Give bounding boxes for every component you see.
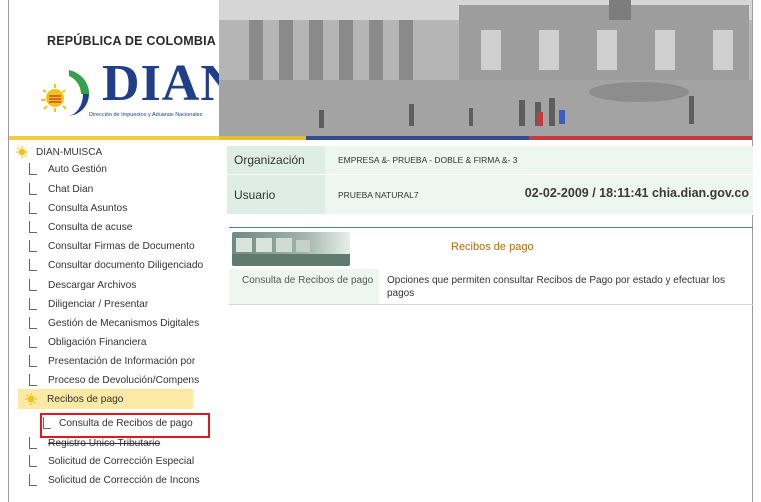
sidebar-item-consulta-asuntos[interactable]: Consulta Asuntos <box>29 199 211 217</box>
organization-value: EMPRESA &- PRUEBA - DOBLE & FIRMA &- 3 <box>325 146 753 174</box>
sidebar-menu: DIAN-MUISCA Auto Gestión Chat Dian Consu… <box>9 142 211 502</box>
consulta-recibos-link[interactable]: Consulta de Recibos de pago <box>229 269 379 304</box>
tree-branch-icon <box>29 183 37 195</box>
option-row: Consulta de Recibos de pago Opciones que… <box>229 269 753 305</box>
sidebar-item-auto-gestion[interactable]: Auto Gestión <box>29 160 211 178</box>
sidebar-item-label: Proceso de Devolución/Compens <box>48 374 200 386</box>
user-label: Usuario <box>227 175 325 214</box>
sidebar-item-label: Obligación Financiera <box>48 336 147 348</box>
section-header-image <box>232 232 350 266</box>
tree-branch-icon <box>29 437 37 449</box>
session-info-table: Organización EMPRESA &- PRUEBA - DOBLE &… <box>227 146 753 215</box>
tree-branch-icon <box>29 374 37 386</box>
section-title: Recibos de pago <box>451 241 534 253</box>
sidebar-item-label: Chat Dian <box>48 183 94 195</box>
tree-branch-icon <box>29 355 37 367</box>
sidebar-item-label: Presentación de Información por <box>48 355 196 367</box>
sidebar-item-label: Consultar documento Diligenciado <box>48 259 204 271</box>
user-row: Usuario PRUEBA NATURAL7 02-02-2009 / 18:… <box>227 175 753 215</box>
sidebar-root-label: DIAN-MUISCA <box>36 146 103 158</box>
sidebar-item-label: Solicitud de Corrección de Incons <box>48 474 200 486</box>
tree-branch-icon <box>29 202 37 214</box>
country-title: REPÚBLICA DE COLOMBIA <box>47 34 217 48</box>
sidebar-item-label: Gestión de Mecanismos Digitales <box>48 317 200 329</box>
tree-branch-icon <box>29 221 37 233</box>
header: REPÚBLICA DE COLOMBIA DIAN Dirección de … <box>9 0 752 140</box>
tree-branch-icon <box>29 317 37 329</box>
tree-branch-icon <box>29 474 37 486</box>
sidebar-item-gestion-mecanismos[interactable]: Gestión de Mecanismos Digitales <box>29 314 211 332</box>
sidebar-item-solicitud-inconsistencias[interactable]: Solicitud de Corrección de Incons <box>29 471 211 489</box>
session-datetime: 02-02-2009 / 18:11:41 chia.dian.gov.co <box>524 186 749 200</box>
sidebar-item-label: Solicitud de Corrección Especial <box>48 455 195 467</box>
sidebar-item-proceso-devolucion[interactable]: Proceso de Devolución/Compens <box>29 371 211 389</box>
tree-branch-icon <box>29 298 37 310</box>
tree-branch-icon <box>29 163 37 175</box>
sidebar-item-label: Auto Gestión <box>48 163 107 175</box>
sidebar-item-label: Consulta Asuntos <box>48 202 128 214</box>
sidebar-item-chat-dian[interactable]: Chat Dian <box>29 180 211 198</box>
tree-branch-icon <box>29 279 37 291</box>
sidebar-item-label: Consultar Firmas de Documento <box>48 240 195 252</box>
sidebar-item-diligenciar[interactable]: Diligenciar / Presentar <box>29 295 211 313</box>
sidebar-item-descargar-archivos[interactable]: Descargar Archivos <box>29 276 211 294</box>
tree-branch-icon <box>29 336 37 348</box>
sun-folder-icon <box>15 146 29 158</box>
tree-branch-icon <box>29 259 37 271</box>
sidebar-item-presentacion-informacion[interactable]: Presentación de Información por <box>29 352 211 370</box>
sidebar-item-label: Descargar Archivos <box>48 279 137 291</box>
tree-branch-icon <box>29 455 37 467</box>
logo-area: REPÚBLICA DE COLOMBIA DIAN Dirección de … <box>9 0 238 140</box>
header-photo <box>219 0 752 140</box>
sidebar-item-consultar-firmas[interactable]: Consultar Firmas de Documento <box>29 237 211 255</box>
sidebar-item-solicitud-especial[interactable]: Solicitud de Corrección Especial <box>29 452 211 470</box>
sidebar-item-label: Diligenciar / Presentar <box>48 298 149 310</box>
tree-branch-icon <box>29 240 37 252</box>
sidebar-item-label: Consulta de acuse <box>48 221 133 233</box>
flag-stripe <box>9 136 752 140</box>
sidebar-root[interactable]: DIAN-MUISCA <box>15 145 102 159</box>
dian-sun-logo-icon <box>37 68 93 118</box>
highlight-annotation <box>40 413 210 438</box>
sidebar-item-recibos-de-pago[interactable]: Recibos de pago <box>18 389 193 409</box>
sidebar-item-label: Registro Único Tributario <box>48 437 161 449</box>
sidebar-item-consulta-acuse[interactable]: Consulta de acuse <box>29 218 211 236</box>
organization-row: Organización EMPRESA &- PRUEBA - DOBLE &… <box>227 146 753 175</box>
organization-label: Organización <box>227 146 325 174</box>
sun-folder-icon <box>24 393 38 405</box>
recibos-section: Recibos de pago Consulta de Recibos de p… <box>229 227 753 305</box>
sidebar-item-label: Recibos de pago <box>47 393 124 405</box>
sidebar-item-obligacion-financiera[interactable]: Obligación Financiera <box>29 333 211 351</box>
option-description: Opciones que permiten consultar Recibos … <box>387 275 725 299</box>
section-header: Recibos de pago <box>229 227 753 266</box>
brand-subtitle: Dirección de Impuestos y Aduanas Naciona… <box>89 112 203 118</box>
sidebar-item-consultar-documento[interactable]: Consultar documento Diligenciado <box>29 256 211 274</box>
